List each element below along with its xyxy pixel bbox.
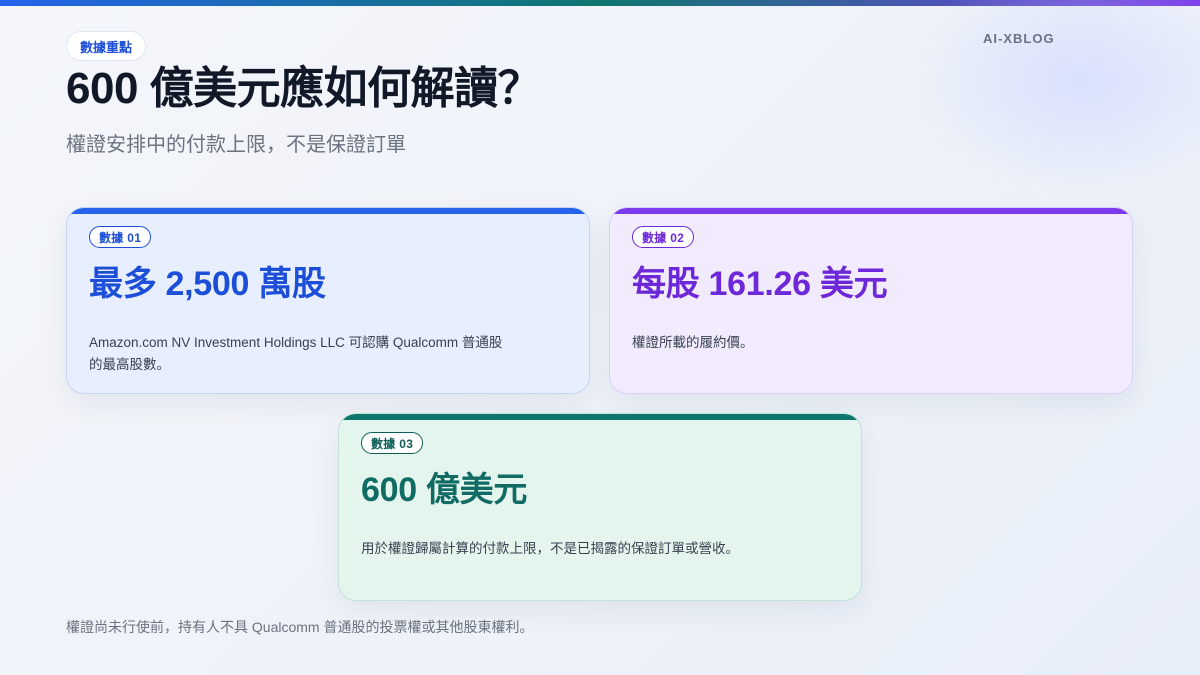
stat-card-3: 數據 03 600 億美元 用於權證歸屬計算的付款上限，不是已揭露的保證訂單或營… (338, 413, 862, 601)
background-glow (900, 0, 1200, 200)
page-title: 600 億美元應如何解讀？ (66, 64, 542, 113)
card-tag: 數據 02 (632, 226, 695, 248)
card-accent-bar (339, 414, 861, 420)
footnote: 權證尚未行使前，持有人不具 Qualcomm 普通股的投票權或其他股東權利。 (66, 619, 534, 635)
card-tag: 數據 01 (89, 226, 152, 248)
card-tag: 數據 03 (361, 432, 424, 454)
card-value: 600 億美元 (361, 471, 528, 509)
card-description: 用於權證歸屬計算的付款上限，不是已揭露的保證訂單或營收。 (361, 541, 739, 556)
card-accent-bar (610, 208, 1132, 214)
card-accent-bar (67, 208, 589, 214)
card-description: 權證所載的履約價。 (632, 335, 754, 350)
stat-card-1: 數據 01 最多 2,500 萬股 Amazon.com NV Investme… (66, 207, 590, 394)
page-subtitle: 權證安排中的付款上限，不是保證訂單 (66, 134, 406, 156)
card-value: 每股 161.26 美元 (632, 265, 888, 303)
card-description: Amazon.com NV Investment Holdings LLC 可認… (89, 335, 503, 372)
card-value: 最多 2,500 萬股 (89, 265, 326, 303)
stat-card-2: 數據 02 每股 161.26 美元 權證所載的履約價。 (609, 207, 1133, 394)
brand-logo: AI-XBLOG (983, 31, 1055, 46)
